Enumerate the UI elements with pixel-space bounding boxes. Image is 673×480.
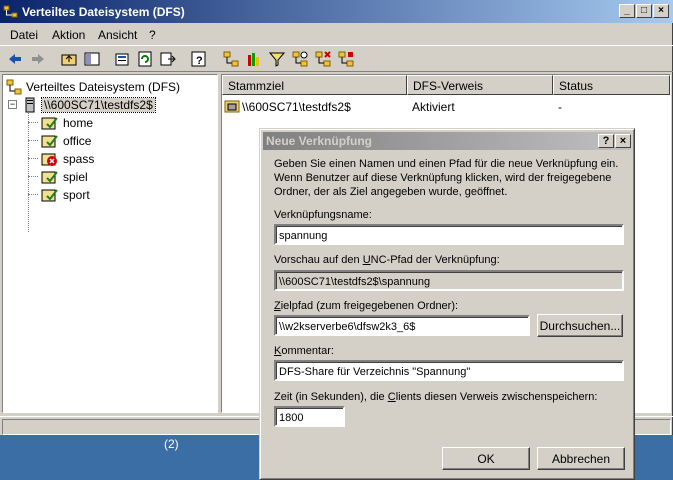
cache-time-input[interactable]: 1800 bbox=[274, 406, 345, 427]
link-name-input[interactable]: spannung bbox=[274, 224, 624, 245]
dfs-root-icon bbox=[6, 79, 22, 95]
table-row[interactable]: \\600SC71\testdfs2$ Aktiviert - bbox=[224, 97, 664, 115]
close-button[interactable]: × bbox=[653, 4, 669, 18]
dialog-help-button[interactable]: ? bbox=[598, 134, 614, 148]
properties-icon[interactable] bbox=[113, 50, 131, 68]
label-part: Vorschau auf den bbox=[274, 254, 363, 266]
new-root-icon[interactable] bbox=[222, 50, 240, 68]
comment-input[interactable]: DFS-Share für Verzeichnis "Spannung" bbox=[274, 360, 624, 381]
toolbar: ? bbox=[0, 45, 673, 72]
label-part: ielpfad (zum freigegebenen Ordner): bbox=[280, 300, 459, 312]
cell-stammziel: \\600SC71\testdfs2$ bbox=[242, 100, 351, 114]
title-bar[interactable]: Verteiltes Dateisystem (DFS) _ □ × bbox=[0, 0, 673, 23]
remove-link-icon[interactable] bbox=[314, 50, 332, 68]
tree-guide-branch bbox=[28, 194, 38, 195]
tree-guide-branch bbox=[28, 158, 38, 159]
menu-help[interactable]: ? bbox=[149, 28, 156, 42]
tree-guide-branch bbox=[28, 140, 38, 141]
status-panel bbox=[2, 419, 302, 435]
svg-text:?: ? bbox=[196, 55, 203, 67]
column-header-stammziel[interactable]: Stammziel bbox=[222, 75, 407, 95]
tree-item-label: sport bbox=[63, 188, 90, 202]
tree-item-label: office bbox=[63, 134, 92, 148]
tree-root-label: Verteiltes Dateisystem (DFS) bbox=[26, 80, 181, 94]
dialog-close-button[interactable]: × bbox=[615, 134, 631, 148]
server-icon bbox=[25, 97, 35, 113]
unc-preview-field: \\600SC71\testdfs2$\spannung bbox=[274, 270, 624, 291]
link-name-label: Verknüpfungsname: bbox=[274, 209, 372, 221]
tree-item-label: spass bbox=[63, 152, 95, 166]
link-ok-icon bbox=[41, 135, 58, 148]
collapse-toggle-icon[interactable]: − bbox=[8, 100, 17, 109]
root-target-icon bbox=[224, 100, 240, 113]
cell-status: - bbox=[558, 100, 562, 114]
tree-guide-branch bbox=[28, 122, 38, 123]
link-ok-icon bbox=[41, 117, 58, 130]
cache-time-label: Zeit (in Sekunden), die Clients diesen V… bbox=[274, 391, 597, 403]
up-folder-icon[interactable] bbox=[60, 50, 78, 68]
target-path-label: Zielpfad (zum freigegebenen Ordner): bbox=[274, 300, 458, 312]
filter-icon[interactable] bbox=[268, 50, 286, 68]
maximize-button[interactable]: □ bbox=[636, 4, 652, 18]
show-hide-tree-icon[interactable] bbox=[83, 50, 101, 68]
tree-guide-branch bbox=[28, 176, 38, 177]
column-header-status[interactable]: Status bbox=[553, 75, 670, 95]
label-accelerator: Z bbox=[274, 300, 281, 312]
dialog-title: Neue Verknüpfung bbox=[266, 134, 373, 148]
ok-button[interactable]: OK bbox=[442, 447, 530, 470]
new-link-icon[interactable] bbox=[291, 50, 309, 68]
menu-ansicht[interactable]: Ansicht bbox=[98, 28, 137, 42]
label-accelerator: C bbox=[387, 391, 396, 403]
cancel-button[interactable]: Abbrechen bbox=[537, 447, 625, 470]
link-error-icon bbox=[41, 153, 57, 166]
label-accelerator: U bbox=[362, 254, 371, 266]
cell-dfs-verweis: Aktiviert bbox=[412, 100, 455, 114]
label-part: lients diesen Verweis zwischenspeichern: bbox=[395, 391, 598, 403]
help-icon[interactable]: ? bbox=[190, 50, 208, 68]
tree-guide-line bbox=[28, 112, 29, 232]
label-part: ommentar: bbox=[281, 345, 334, 357]
menu-datei[interactable]: Datei bbox=[10, 28, 38, 42]
browse-button[interactable]: Durchsuchen... bbox=[537, 314, 623, 337]
menu-aktion[interactable]: Aktion bbox=[52, 28, 85, 42]
column-header-dfs-verweis[interactable]: DFS-Verweis bbox=[407, 75, 553, 95]
dialog-title-bar[interactable]: Neue Verknüpfung ? × bbox=[263, 132, 631, 150]
dfs-app-icon bbox=[3, 5, 18, 18]
target-path-input[interactable]: \\w2kserverbe6\dfsw2k3_6$ bbox=[274, 315, 530, 336]
label-part: NC-Pfad der Verknüpfung: bbox=[370, 254, 500, 266]
check-status-icon[interactable] bbox=[337, 50, 355, 68]
chart-bars-icon[interactable] bbox=[245, 50, 263, 68]
tree-item-label: home bbox=[63, 116, 94, 130]
link-ok-icon bbox=[41, 189, 58, 202]
label-part: Zeit (in Sekunden), die bbox=[274, 391, 388, 403]
comment-label: Kommentar: bbox=[274, 345, 334, 357]
taskbar-item-count[interactable]: (2) bbox=[164, 437, 179, 451]
menu-bar: Datei Aktion Ansicht ? bbox=[0, 24, 673, 44]
link-ok-icon bbox=[41, 171, 58, 184]
unc-preview-label: Vorschau auf den UNC-Pfad der Verknüpfun… bbox=[274, 254, 500, 266]
minimize-button[interactable]: _ bbox=[619, 4, 635, 18]
dfs-tree-pane[interactable]: Verteiltes Dateisystem (DFS) − \\600SC71… bbox=[2, 74, 218, 413]
export-list-icon[interactable] bbox=[159, 50, 177, 68]
window-title: Verteiltes Dateisystem (DFS) bbox=[22, 5, 185, 19]
back-arrow-icon[interactable] bbox=[6, 50, 24, 68]
dialog-description: Geben Sie einen Namen und einen Pfad für… bbox=[274, 158, 619, 198]
tree-item-label: spiel bbox=[63, 170, 88, 184]
forward-arrow-icon[interactable] bbox=[29, 50, 47, 68]
tree-server-label: \\600SC71\testdfs2$ bbox=[41, 97, 156, 113]
refresh-icon[interactable] bbox=[136, 50, 154, 68]
new-link-dialog: Neue Verknüpfung ? × Geben Sie einen Nam… bbox=[259, 128, 635, 480]
